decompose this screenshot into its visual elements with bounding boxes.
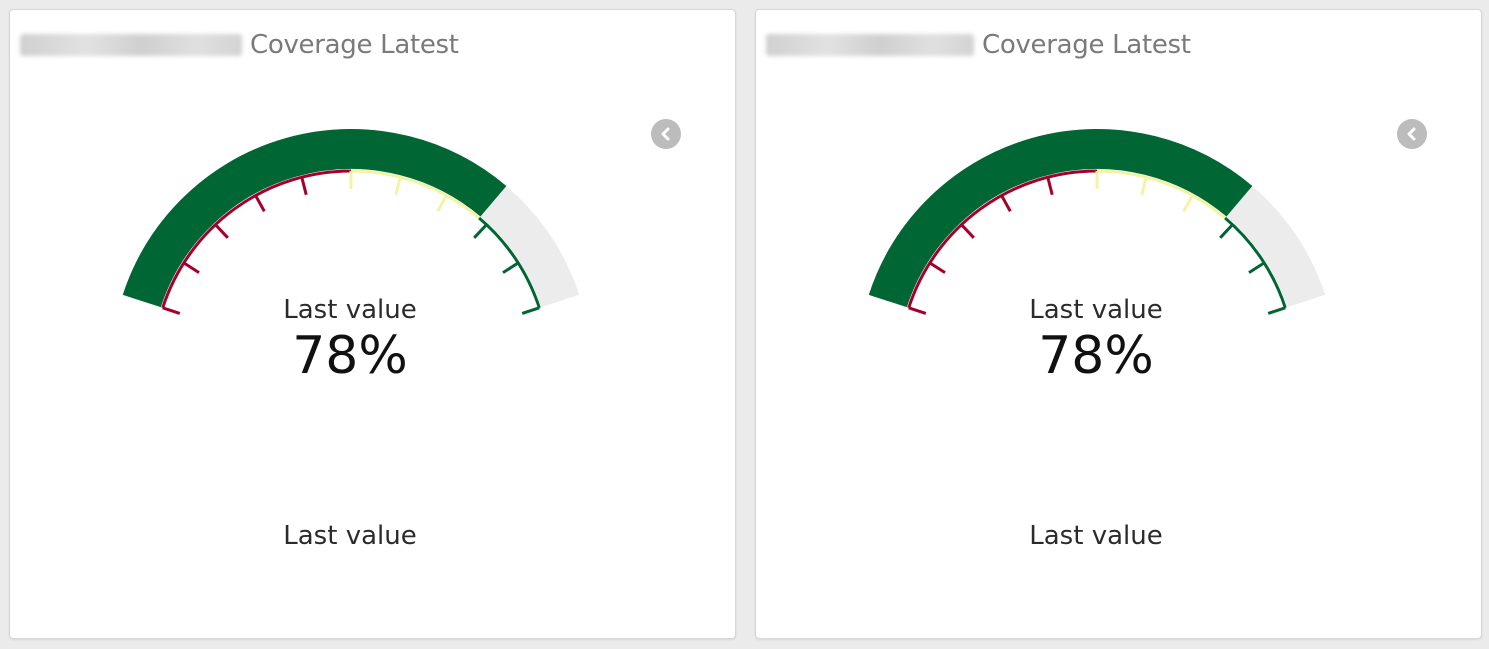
- gauge-tick: [214, 223, 229, 239]
- gauge-widget-2: Coverage Latest Last value 78% Last valu…: [755, 9, 1482, 639]
- gauge-widget-1: Coverage Latest Last value 78% Last valu…: [9, 9, 736, 639]
- gauge-tick: [502, 261, 520, 274]
- gauge-tick: [254, 194, 266, 213]
- gauge-tick: [394, 176, 402, 196]
- gauge-tick: [1267, 306, 1286, 315]
- gauge-tick: [436, 194, 448, 213]
- gauge-tick: [300, 176, 308, 196]
- gauge-tick: [182, 261, 200, 274]
- gauge-tick: [1046, 176, 1054, 196]
- gauge-tick: [521, 306, 540, 315]
- gauge-tick: [473, 223, 488, 239]
- gauge-tick: [1140, 176, 1148, 196]
- gauge-tick: [1000, 194, 1012, 213]
- gauge-footer-label: Last value: [1029, 521, 1163, 551]
- gauge-footer-label: Last value: [283, 521, 417, 551]
- gauge-tick: [162, 306, 181, 315]
- gauge-value: 78%: [1038, 326, 1154, 386]
- gauge-value: 78%: [292, 326, 408, 386]
- gauge-label: Last value: [283, 295, 417, 325]
- gauge-tick: [1248, 261, 1266, 274]
- gauge-tick: [908, 306, 927, 315]
- gauge-label: Last value: [1029, 295, 1163, 325]
- gauge-tick: [1219, 223, 1234, 239]
- gauge-tick: [1182, 194, 1194, 213]
- gauge-tick: [928, 261, 946, 274]
- gauge-tick: [960, 223, 975, 239]
